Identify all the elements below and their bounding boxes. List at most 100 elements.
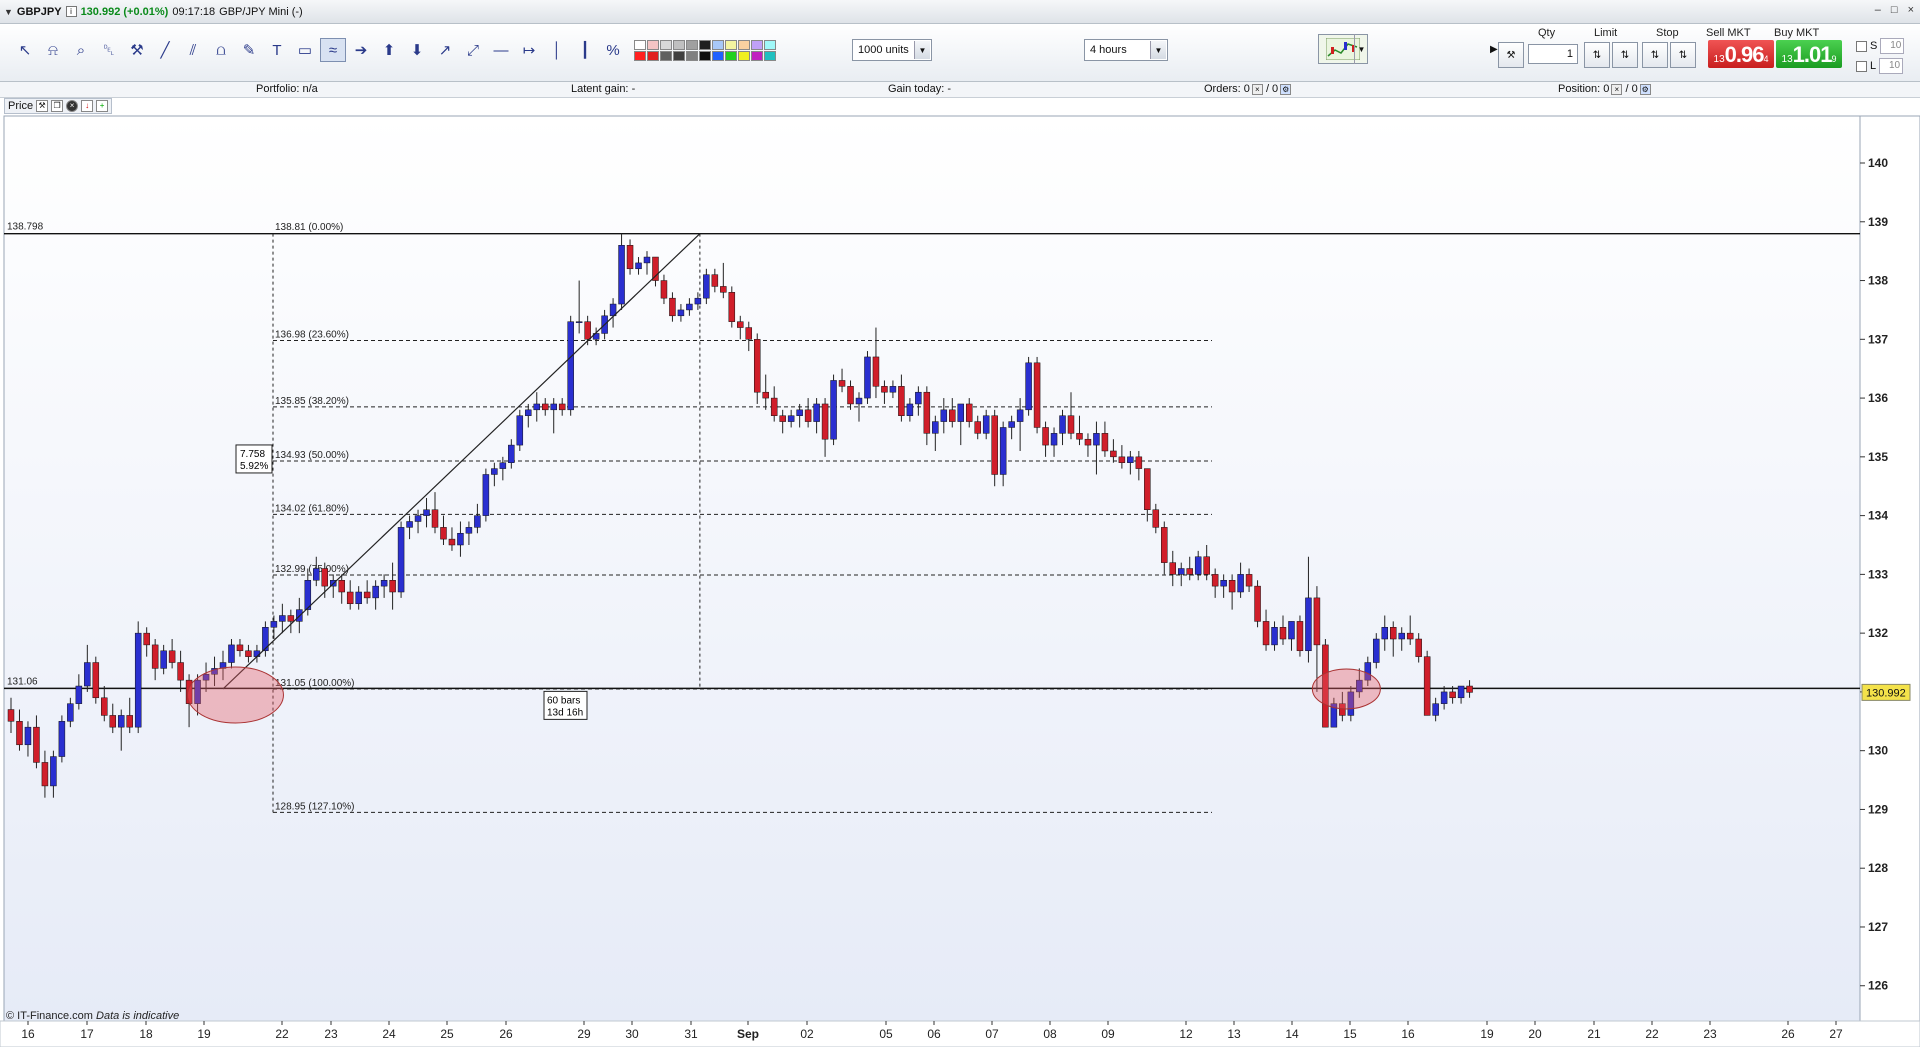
price-chart[interactable]: 138.81 (0.00%) 136.98 (23.60%) 135.85 (38.… <box>0 98 1920 1047</box>
candle-down[interactable] <box>1279 627 1287 640</box>
candle-down[interactable] <box>584 321 591 340</box>
chart-area[interactable]: Price ⚒ ❐ × ↓ + 138.81 (0.00%) 136.98 (23… <box>0 98 1920 1047</box>
candle-down[interactable] <box>109 715 117 728</box>
zoom-icon[interactable]: ⌕ <box>68 38 94 62</box>
candle-up[interactable] <box>694 297 702 305</box>
candle-up[interactable] <box>1025 362 1032 411</box>
stop-loss-input[interactable]: 10 <box>1880 38 1905 54</box>
qty-input[interactable]: 1 <box>1528 44 1578 64</box>
candle-up[interactable] <box>813 403 820 422</box>
candle-down[interactable] <box>389 580 396 593</box>
candle-down[interactable] <box>1203 556 1210 575</box>
close-icon[interactable]: × <box>1908 4 1914 16</box>
candle-up[interactable] <box>279 615 286 622</box>
candle-up[interactable] <box>567 321 574 411</box>
candle-down[interactable] <box>338 580 345 593</box>
candle-down[interactable] <box>711 274 719 287</box>
candle-down[interactable] <box>720 286 727 293</box>
color-swatch[interactable] <box>738 39 750 50</box>
rectangle-icon[interactable]: ▭ <box>292 38 318 62</box>
candle-up[interactable] <box>75 685 83 704</box>
candle-up[interactable] <box>550 403 557 411</box>
color-swatch[interactable] <box>764 39 776 50</box>
candle-up[interactable] <box>830 380 837 440</box>
chart-style-chevron-icon[interactable]: ▼ <box>1354 34 1368 64</box>
candle-down[interactable] <box>949 409 956 422</box>
candle-up[interactable] <box>1194 556 1202 575</box>
candle-down[interactable] <box>7 709 15 722</box>
candle-down[interactable] <box>1211 574 1219 587</box>
candle-up[interactable] <box>618 245 625 305</box>
candle-down[interactable] <box>1186 568 1193 575</box>
candle-down[interactable] <box>728 292 736 322</box>
move-down-icon[interactable]: ↓ <box>81 100 94 112</box>
candle-down[interactable] <box>101 697 108 716</box>
candle-down[interactable] <box>1228 580 1236 593</box>
candle-up[interactable] <box>406 521 413 528</box>
candle-up[interactable] <box>787 415 795 422</box>
candle-up[interactable] <box>906 403 914 416</box>
candle-down[interactable] <box>177 662 184 681</box>
cursor-icon[interactable]: ↖ <box>12 38 38 62</box>
candle-up[interactable] <box>84 662 91 687</box>
candle-up[interactable] <box>855 397 863 405</box>
candle-down[interactable] <box>151 644 159 669</box>
candle-down[interactable] <box>1084 438 1092 446</box>
color-swatch[interactable] <box>660 39 672 50</box>
color-swatch[interactable] <box>634 50 646 61</box>
color-swatch[interactable] <box>712 39 724 50</box>
candle-up[interactable] <box>1381 627 1389 640</box>
candle-up[interactable] <box>482 474 490 516</box>
candle-down[interactable] <box>1152 509 1160 528</box>
candle-down[interactable] <box>245 650 252 657</box>
ray-icon[interactable]: ↗ <box>432 38 458 62</box>
color-swatch[interactable] <box>660 50 672 61</box>
candle-down[interactable] <box>1449 691 1456 699</box>
candle-down[interactable] <box>1406 632 1414 640</box>
candle-up[interactable] <box>1271 627 1278 646</box>
candle-down[interactable] <box>1169 562 1177 575</box>
limit-buy-icon[interactable]: ⇅ <box>1584 42 1610 68</box>
candle-down[interactable] <box>126 715 133 728</box>
candle-down[interactable] <box>321 568 329 587</box>
candle-down[interactable] <box>431 509 439 528</box>
candle-down[interactable] <box>821 403 829 440</box>
add-icon[interactable]: + <box>96 100 109 112</box>
candle-up[interactable] <box>355 591 362 605</box>
color-swatch[interactable] <box>738 50 750 61</box>
candle-down[interactable] <box>872 356 880 387</box>
horizontal-line-icon[interactable]: — <box>488 38 514 62</box>
candle-up[interactable] <box>24 726 32 746</box>
channel-icon[interactable]: ⫽ <box>180 38 206 62</box>
info-icon[interactable]: i <box>65 6 77 17</box>
take-limit-input[interactable]: 10 <box>1879 58 1904 74</box>
buy-mkt-button[interactable]: 13 1.01 9 <box>1776 40 1842 68</box>
candle-down[interactable] <box>346 591 354 605</box>
candle-down[interactable] <box>1296 621 1304 652</box>
candle-up[interactable] <box>491 468 498 475</box>
candle-up[interactable] <box>313 568 320 581</box>
candle-up[interactable] <box>499 462 507 469</box>
candle-up[interactable] <box>228 644 235 663</box>
color-swatch[interactable] <box>725 39 737 50</box>
ruler-icon[interactable]: ⩍ <box>208 38 234 62</box>
candle-down[interactable] <box>363 591 371 599</box>
candle-up[interactable] <box>525 409 532 416</box>
candle-down[interactable] <box>1389 627 1397 640</box>
candle-down[interactable] <box>965 403 973 422</box>
candle-up[interactable] <box>1440 691 1448 704</box>
color-swatch[interactable] <box>647 39 659 50</box>
vertical-line-icon[interactable]: │ <box>544 38 570 62</box>
candle-down[interactable] <box>1245 574 1253 587</box>
stop-sell-icon[interactable]: ⇅ <box>1670 42 1696 68</box>
highlight-ellipse[interactable] <box>186 666 284 724</box>
candle-up[interactable] <box>1127 456 1134 463</box>
candle-up[interactable] <box>457 532 464 546</box>
candle-up[interactable] <box>940 409 948 422</box>
candle-down[interactable] <box>1101 433 1109 452</box>
maximize-icon[interactable]: □ <box>1891 4 1898 16</box>
candle-up[interactable] <box>1432 703 1439 716</box>
period-icon[interactable]: ┃ <box>572 38 598 62</box>
candle-up[interactable] <box>982 415 990 434</box>
candle-up[interactable] <box>932 421 939 434</box>
